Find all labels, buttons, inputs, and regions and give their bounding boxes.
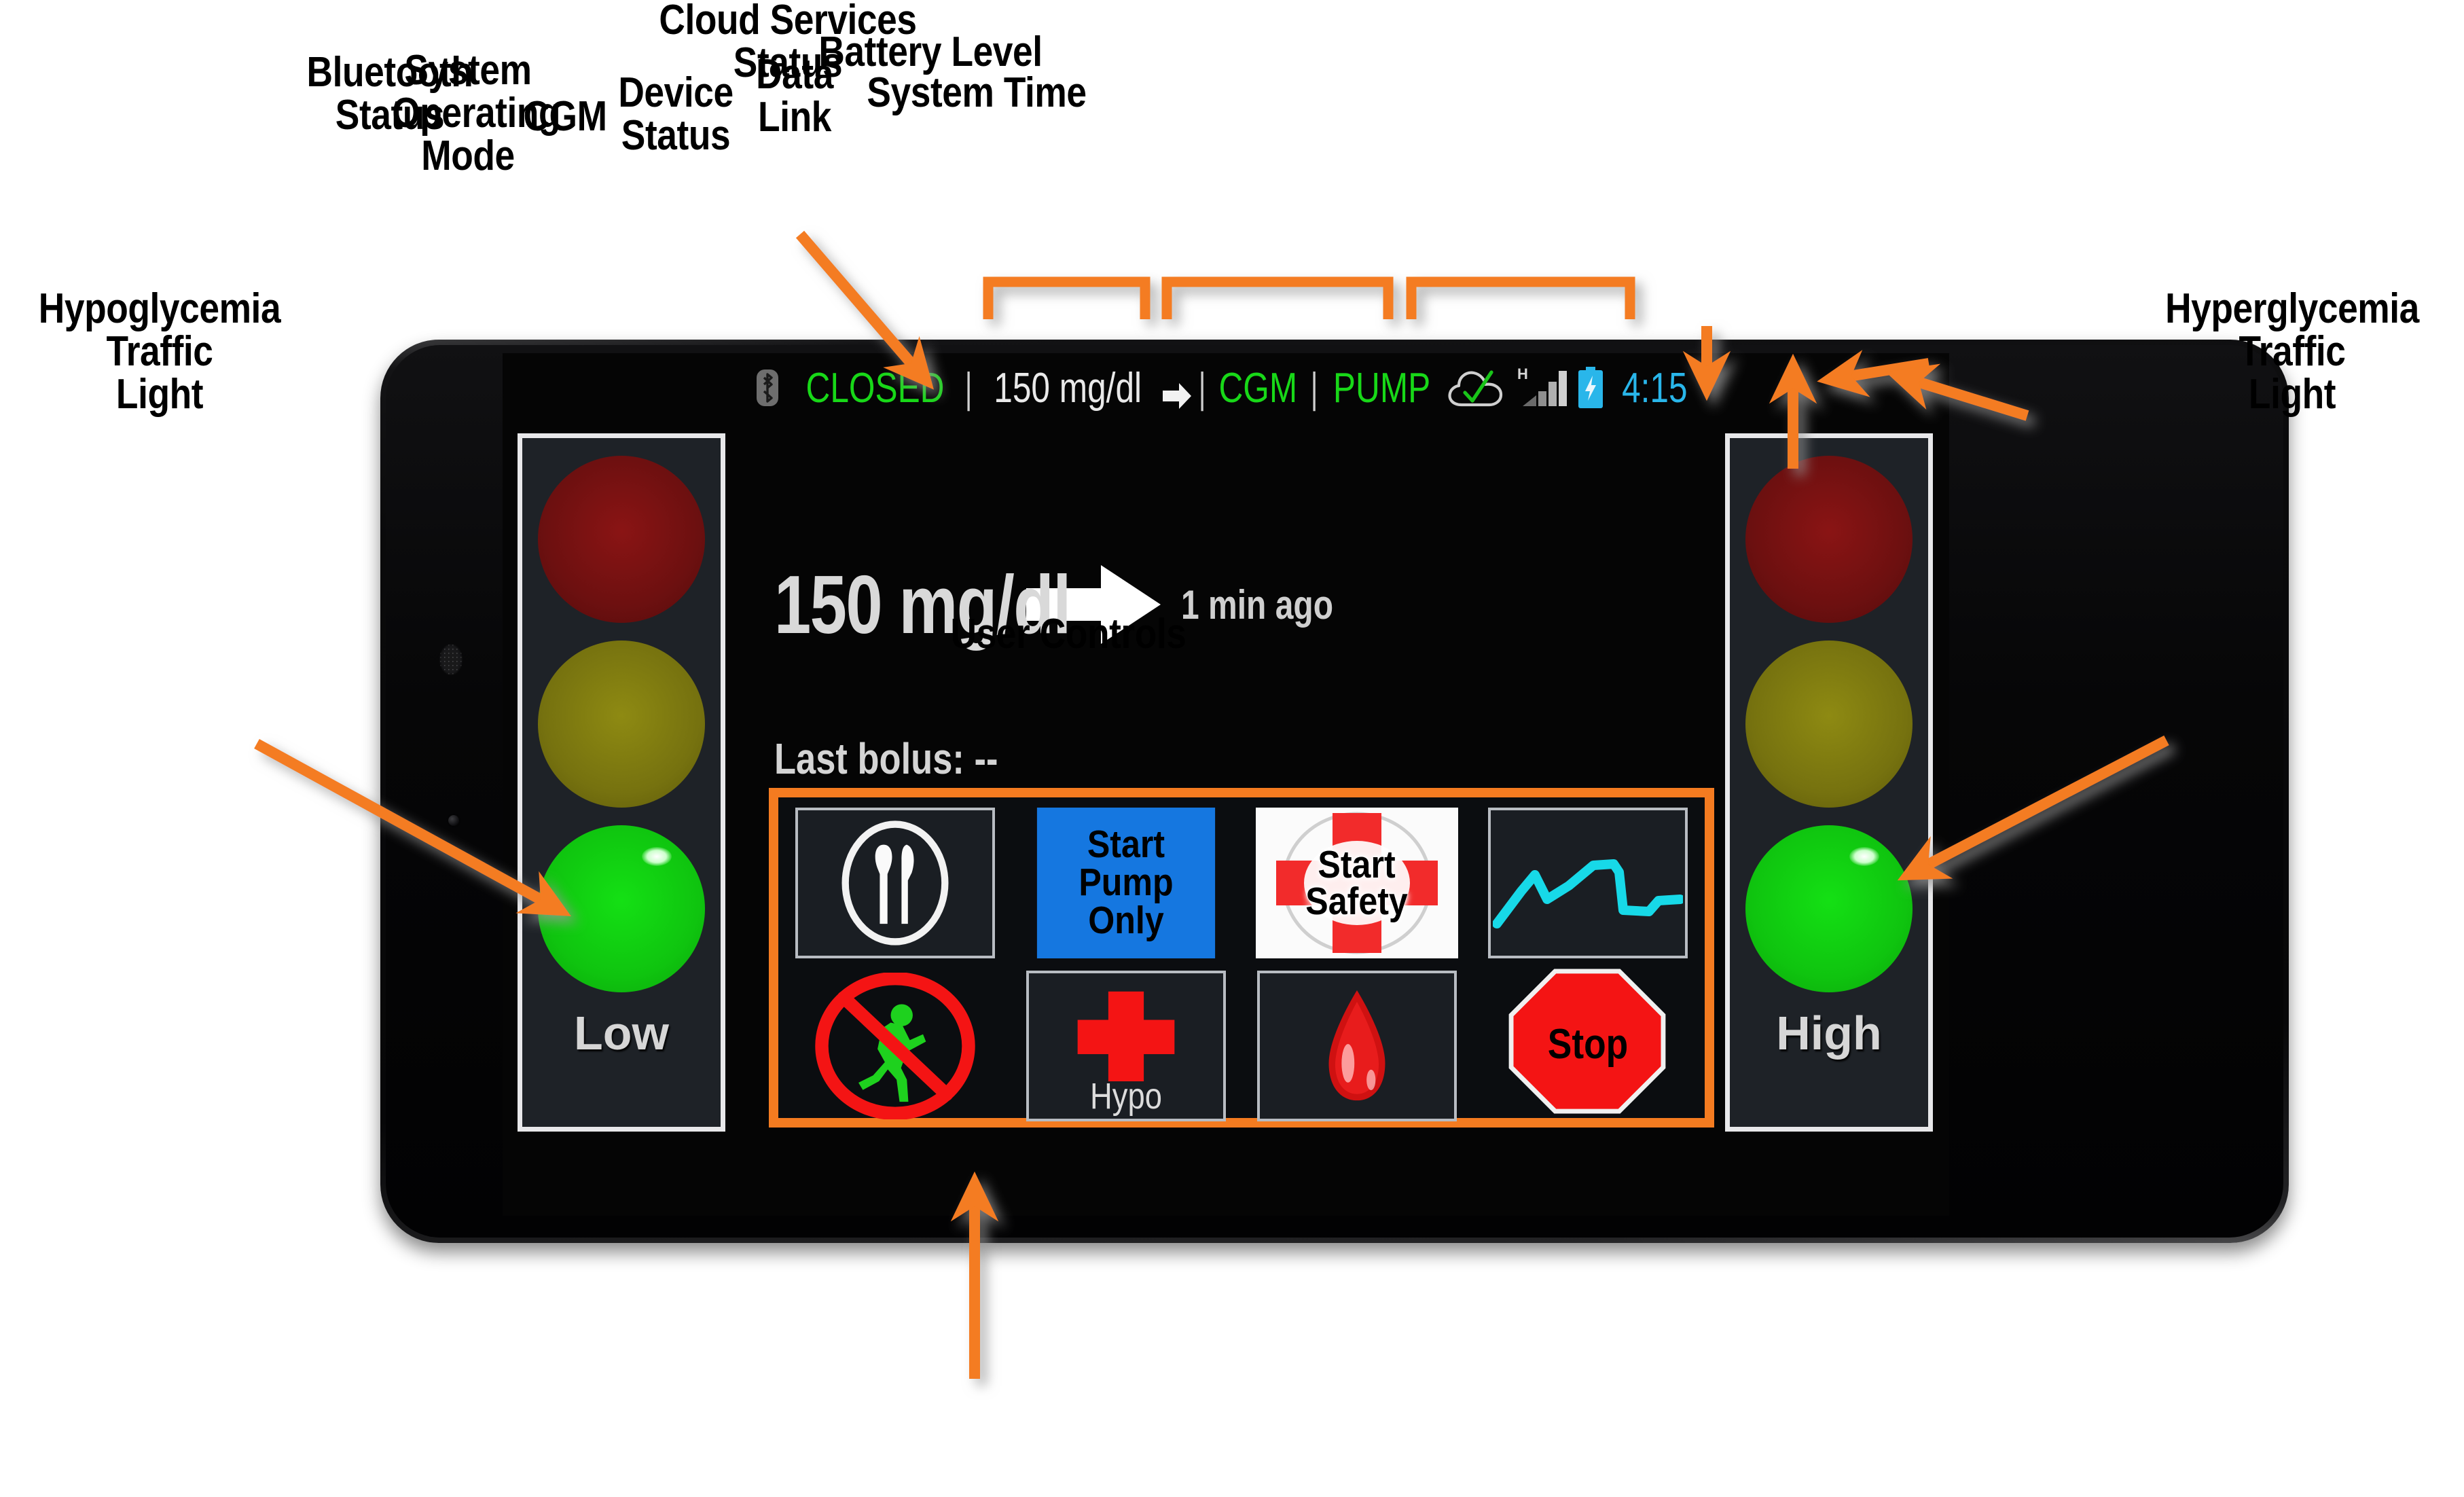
annotation-label-cgm: CGM <box>523 93 607 140</box>
arrow-hyperglycemia <box>1897 735 2169 881</box>
annotation-label-battery-level: Battery Level <box>818 29 1043 75</box>
bracket-device-status <box>1406 276 1635 319</box>
arrow-system-time <box>1885 363 2029 421</box>
annotation-label-hyperglycemia-traffic-light: Hyperglycemia Traffic Light <box>2165 285 2419 418</box>
stop-label: Stop <box>1547 1021 1629 1068</box>
arrow-hypoglycemia <box>254 738 571 916</box>
arrow-battery-level <box>1817 350 1930 397</box>
bracket-system-operating-mode <box>983 276 1151 319</box>
start-safety-label: Start Safety <box>1305 842 1409 923</box>
annotated-screenshot: CLOSED | 150 mg/dl | CGM | PUMP H 4:15 L… <box>0 0 2464 1497</box>
annotation-vectors <box>254 230 2169 1379</box>
arrow-bluetooth-status <box>795 230 934 390</box>
annotation-arrows <box>254 230 2169 1379</box>
annotation-brackets <box>983 276 1635 319</box>
annotation-label-hypoglycemia-traffic-light: Hypoglycemia Traffic Light <box>38 285 281 418</box>
bracket-cgm <box>1161 276 1394 319</box>
annotation-label-user-controls: User Controls <box>950 611 1186 657</box>
annotation-label-system-time: System Time <box>867 69 1087 116</box>
